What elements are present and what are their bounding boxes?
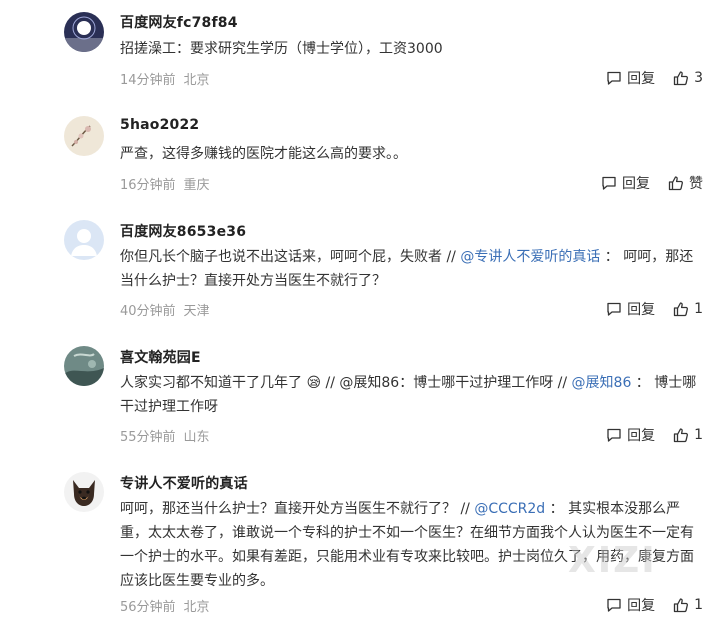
watermark: XIZI	[568, 540, 657, 581]
comment-text: 招搓澡工：要求研究生学历（博士学位），工资3000	[120, 41, 443, 57]
comment-text: 严查，这得多赚钱的医院才能这么高的要求。。	[120, 146, 407, 162]
comment-bubble-icon	[607, 428, 621, 442]
comment-actions: 回复 1	[606, 299, 703, 319]
like-button[interactable]: 1	[673, 301, 703, 317]
comment-time: 16分钟前	[120, 178, 176, 193]
reply-button[interactable]: 回复	[606, 595, 655, 615]
reply-button[interactable]: 回复	[606, 68, 655, 88]
username[interactable]: 百度网友8653e36	[120, 221, 246, 241]
like-button[interactable]: 1	[673, 597, 703, 613]
comment-text: 人家实习都不知道干了几年了 😪 // @展知86：博士哪干过护理工作呀 // @…	[120, 375, 697, 415]
mention-link[interactable]: @展知86	[572, 375, 632, 391]
reply-button[interactable]: 回复	[606, 299, 655, 319]
comment-actions: 回复 赞	[601, 173, 703, 193]
comment-location: 北京	[183, 600, 210, 615]
mention-link[interactable]: @专讲人不爱听的真话	[460, 249, 600, 265]
reply-button[interactable]: 回复	[601, 173, 650, 193]
avatar[interactable]	[64, 472, 104, 512]
comment-actions: 回复 1	[606, 595, 703, 615]
reply-button[interactable]: 回复	[606, 425, 655, 445]
like-button[interactable]: 1	[673, 427, 703, 443]
comment-meta: 56分钟前 北京	[120, 596, 210, 615]
comment-location: 山东	[183, 430, 210, 445]
username[interactable]: 5hao2022	[120, 117, 199, 133]
comment-meta: 16分钟前 重庆	[120, 174, 210, 193]
comment-actions: 回复 3	[606, 68, 703, 88]
thumbs-up-icon	[673, 598, 689, 613]
comment-location: 重庆	[183, 178, 210, 193]
comment-meta: 14分钟前 北京	[120, 69, 210, 88]
comment-location: 北京	[183, 73, 210, 88]
username[interactable]: 喜文翰苑园E	[120, 347, 201, 367]
thumbs-up-icon	[668, 176, 683, 191]
comment-bubble-icon	[607, 302, 621, 316]
comment-time: 40分钟前	[120, 304, 176, 319]
avatar[interactable]	[64, 346, 104, 386]
mention-link[interactable]: @CCCR2d	[474, 501, 545, 517]
like-button[interactable]: 3	[673, 70, 703, 86]
comment-bubble-icon	[607, 71, 621, 85]
username[interactable]: 百度网友fc78f84	[120, 12, 238, 32]
avatar[interactable]	[64, 116, 104, 156]
comment-meta: 40分钟前 天津	[120, 300, 210, 319]
comment-actions: 回复 1	[606, 425, 703, 445]
avatar[interactable]	[64, 12, 104, 52]
avatar[interactable]	[64, 220, 104, 260]
comment-time: 55分钟前	[120, 430, 176, 445]
like-button[interactable]: 赞	[668, 173, 703, 193]
username[interactable]: 专讲人不爱听的真话	[120, 473, 248, 493]
comment-text: 你但凡长个脑子也说不出这话来，呵呵个屁，失败者 // @专讲人不爱听的真话 ： …	[120, 249, 694, 289]
comment-time: 56分钟前	[120, 600, 176, 615]
comment-time: 14分钟前	[120, 73, 176, 88]
thumbs-up-icon	[673, 71, 689, 86]
comment-bubble-icon	[607, 598, 621, 612]
thumbs-up-icon	[673, 428, 689, 443]
comment-meta: 55分钟前 山东	[120, 426, 210, 445]
comment-location: 天津	[183, 304, 210, 319]
thumbs-up-icon	[673, 302, 689, 317]
comment-bubble-icon	[602, 176, 616, 190]
